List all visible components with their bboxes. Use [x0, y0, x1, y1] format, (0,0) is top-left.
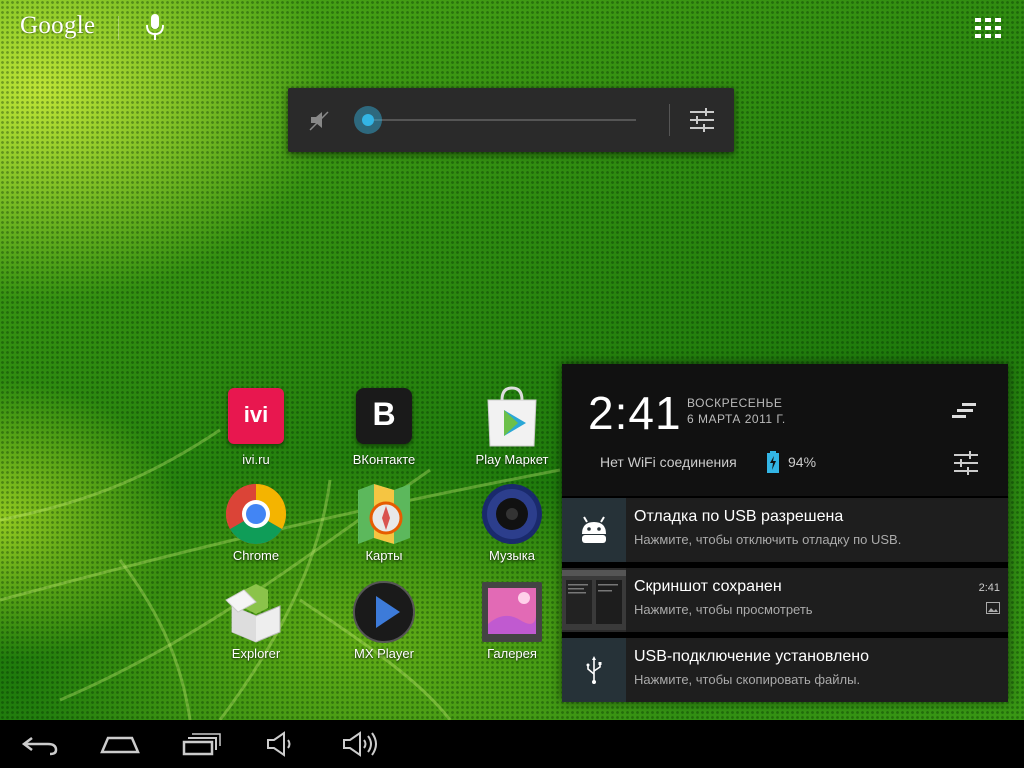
battery-level: 94%: [788, 454, 817, 470]
ivi-icon: ivi: [224, 386, 288, 450]
volume-slider-thumb[interactable]: [354, 106, 382, 134]
back-icon[interactable]: [20, 730, 60, 758]
volume-slider-track[interactable]: [370, 119, 636, 121]
app-label: Explorer: [231, 646, 281, 661]
notification-title: USB-подключение установлено: [634, 648, 869, 665]
volume-up-icon[interactable]: [340, 730, 380, 758]
mx-player-icon: [352, 580, 416, 644]
clock-date: 6 МАРТА 2011 Г.: [687, 412, 786, 426]
notification-subtitle: Нажмите, чтобы скопировать файлы.: [634, 672, 861, 687]
explorer-icon: [224, 580, 288, 644]
vk-icon: B: [352, 386, 416, 450]
notification-header: 2:41 ВОСКРЕСЕНЬЕ 6 МАРТА 2011 Г. Нет WiF…: [562, 364, 1008, 496]
clock-time: 2:41: [588, 387, 682, 439]
home-icon[interactable]: [100, 730, 140, 758]
notification-usb-debugging[interactable]: Отладка по USB разрешена Нажмите, чтобы …: [562, 498, 1008, 562]
app-label: MX Player: [354, 646, 414, 661]
app-vkontakte[interactable]: B ВКонтакте: [334, 386, 434, 467]
clock-day: ВОСКРЕСЕНЬЕ: [687, 396, 783, 410]
app-ivi[interactable]: ivi ivi.ru: [206, 386, 306, 467]
notification-subtitle: Нажмите, чтобы просмотреть: [634, 602, 813, 617]
google-search-logo[interactable]: Google: [20, 12, 95, 40]
app-label: Chrome: [232, 548, 280, 563]
notification-title: Отладка по USB разрешена: [634, 508, 844, 525]
image-icon: [986, 602, 1000, 614]
play-store-icon: [480, 386, 544, 450]
notification-screenshot[interactable]: Скриншот сохранен Нажмите, чтобы просмот…: [562, 568, 1008, 632]
all-apps-icon[interactable]: [975, 18, 1001, 38]
volume-panel: [288, 88, 734, 152]
notification-usb-connected[interactable]: USB-подключение установлено Нажмите, что…: [562, 638, 1008, 702]
clear-notifications-icon[interactable]: [952, 402, 978, 420]
app-chrome[interactable]: Chrome: [206, 482, 306, 563]
app-label: ВКонтакте: [352, 452, 416, 467]
volume-down-icon[interactable]: [262, 730, 302, 758]
music-icon: [480, 482, 544, 546]
quick-settings-icon[interactable]: [952, 450, 980, 476]
app-label: Карты: [365, 548, 403, 563]
screenshot-thumbnail: [562, 568, 626, 632]
app-label: Play Маркет: [475, 452, 549, 467]
app-label: ivi.ru: [242, 452, 270, 467]
app-mx-player[interactable]: MX Player: [334, 580, 434, 661]
speaker-muted-icon[interactable]: [308, 108, 332, 132]
usb-icon: [562, 638, 626, 702]
android-debug-icon: [562, 498, 626, 562]
app-label: Музыка: [489, 548, 535, 563]
notification-subtitle: Нажмите, чтобы отключить отладку по USB.: [634, 532, 902, 547]
recent-apps-icon[interactable]: [182, 730, 222, 758]
battery-charging-icon: [767, 451, 779, 473]
notification-time: 2:41: [978, 582, 1000, 594]
navigation-bar: [0, 720, 1024, 768]
chrome-icon: [224, 482, 288, 546]
app-explorer[interactable]: Explorer: [206, 580, 306, 661]
app-maps[interactable]: Карты: [334, 482, 434, 563]
wifi-status: Нет WiFi соединения: [600, 454, 737, 470]
microphone-icon[interactable]: [144, 12, 166, 42]
app-gallery[interactable]: Галерея: [462, 580, 562, 661]
gallery-icon: [480, 580, 544, 644]
app-label: Галерея: [487, 646, 537, 661]
app-play-store[interactable]: Play Маркет: [462, 386, 562, 467]
volume-divider: [669, 104, 670, 136]
volume-settings-icon[interactable]: [688, 108, 716, 132]
app-music[interactable]: Музыка: [462, 482, 562, 563]
notification-panel: 2:41 ВОСКРЕСЕНЬЕ 6 МАРТА 2011 Г. Нет WiF…: [562, 364, 1008, 702]
search-divider: [118, 16, 119, 40]
notification-title: Скриншот сохранен: [634, 578, 782, 595]
maps-icon: [352, 482, 416, 546]
